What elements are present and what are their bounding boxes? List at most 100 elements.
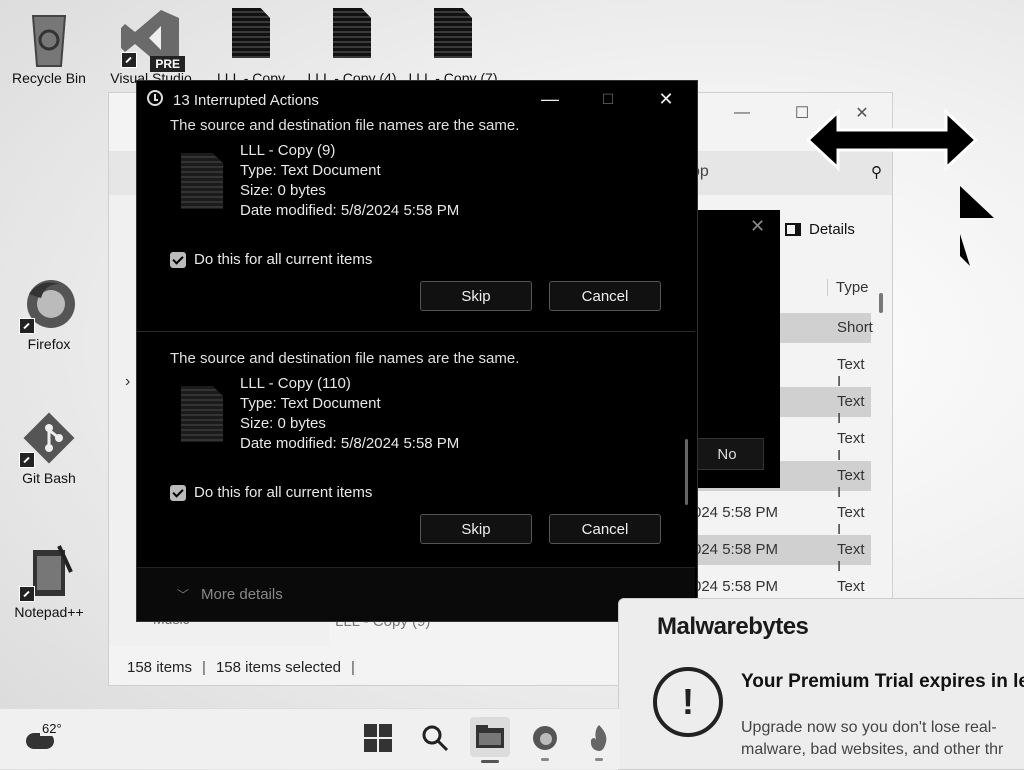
desktop-icon-label: Notepad++ <box>14 604 84 620</box>
file-size: Size: 0 bytes <box>240 182 326 199</box>
interrupted-actions-dialog: 13 Interrupted Actions — ☐ ✕ The source … <box>136 80 698 622</box>
checkbox-label: Do this for all current items <box>194 251 373 268</box>
details-pane-button[interactable]: Details <box>785 221 855 238</box>
apply-all-checkbox[interactable]: Do this for all current items <box>170 484 372 501</box>
desktop-icon-label: Recycle Bin <box>12 70 86 86</box>
running-indicator <box>595 758 603 761</box>
resize-cursor-icon <box>806 108 978 172</box>
desktop-icon-notepad-plus-plus[interactable]: Notepad++ <box>4 542 94 620</box>
skip-button[interactable]: Skip <box>420 514 532 544</box>
cancel-button[interactable]: Cancel <box>549 514 661 544</box>
weather-widget[interactable]: 62° <box>26 721 76 757</box>
desktop-icon-visual-studio[interactable]: PRE Visual Studio <box>106 8 196 86</box>
desktop-icon-file[interactable]: LLL - Copy (7) <box>408 8 498 86</box>
more-details-toggle[interactable]: ﹀ More details <box>177 586 283 603</box>
file-date-modified: Date modified: 5/8/2024 5:58 PM <box>240 202 460 219</box>
dialog-title: 13 Interrupted Actions <box>173 92 319 109</box>
checkbox-checked-icon[interactable] <box>170 484 186 501</box>
text-file-icon <box>423 8 483 68</box>
mouse-pointer-icon <box>960 186 994 266</box>
text-file-icon <box>181 386 223 442</box>
file-type: Type: Text Document <box>240 162 381 179</box>
dialog-close-button[interactable]: ✕ <box>641 81 691 117</box>
details-label: Details <box>809 221 855 238</box>
file-name: LLL - Copy (110) <box>240 375 351 392</box>
chevron-down-icon: ﹀ <box>177 588 190 602</box>
table-row[interactable]: 024 5:58 PMText I <box>693 535 871 575</box>
no-button[interactable]: No <box>690 438 764 470</box>
shortcut-arrow-icon <box>121 52 137 68</box>
desktop-icon-label: Firefox <box>27 336 71 352</box>
visual-studio-icon: PRE <box>121 8 185 72</box>
conflict-message: The source and destination file names ar… <box>170 350 520 367</box>
notepad-plus-plus-icon <box>19 542 79 602</box>
toast-headline: Your Premium Trial expires in le <box>741 671 1024 692</box>
malwarebytes-logo: Malwarebytes <box>657 613 809 640</box>
text-file-icon <box>181 153 223 209</box>
exclamation-icon: ! <box>653 667 723 737</box>
file-info: LLL - Copy (110) Type: Text Document Siz… <box>240 374 459 454</box>
file-info: LLL - Copy (9) Type: Text Document Size:… <box>240 141 459 221</box>
toast-body-line: Upgrade now so you don't lose real- <box>741 719 997 736</box>
windows-logo-icon <box>364 724 392 752</box>
shortcut-arrow-icon <box>19 452 35 468</box>
conflict-message: The source and destination file names ar… <box>170 117 520 134</box>
temperature: 62° <box>40 721 64 736</box>
text-file-icon <box>221 8 281 68</box>
cancel-button[interactable]: Cancel <box>549 281 661 311</box>
chevron-right-icon[interactable]: › <box>125 373 130 391</box>
active-indicator <box>481 760 499 763</box>
shortcut-arrow-icon <box>19 318 35 334</box>
toast-body: Upgrade now so you don't lose real- malw… <box>741 717 1003 761</box>
skip-button[interactable]: Skip <box>420 281 532 311</box>
file-name: LLL - Copy (9) <box>240 142 336 159</box>
selected-count: 158 items selected <box>215 659 342 676</box>
text-file-icon <box>322 8 382 68</box>
dialog-scrollbar[interactable] <box>685 439 688 505</box>
taskbar: 62° <box>0 708 620 769</box>
pre-badge: PRE <box>150 56 185 72</box>
item-count: 158 items <box>127 659 193 676</box>
running-indicator <box>541 758 549 761</box>
shortcut-arrow-icon <box>19 586 35 602</box>
explorer-status-bar: 158 items | 158 items selected | <box>127 659 355 676</box>
taskbar-git-bash[interactable] <box>582 721 616 761</box>
start-button[interactable] <box>361 721 395 755</box>
checkbox-label: Do this for all current items <box>194 484 373 501</box>
checkbox-checked-icon[interactable] <box>170 251 186 268</box>
file-type: Type: Text Document <box>240 395 381 412</box>
confirm-dialog-background: ✕ No <box>690 210 780 488</box>
file-date-modified: Date modified: 5/8/2024 5:58 PM <box>240 435 460 452</box>
search-icon <box>422 725 449 752</box>
more-details-label: More details <box>201 586 283 603</box>
git-icon <box>19 408 79 468</box>
firefox-icon <box>19 274 79 334</box>
entry-divider <box>137 331 695 332</box>
column-header-type[interactable]: Type <box>827 279 869 296</box>
explorer-scrollbar[interactable] <box>879 293 883 313</box>
dialog-maximize-button: ☐ <box>601 90 615 107</box>
details-icon <box>785 223 801 236</box>
taskbar-search-button[interactable] <box>418 721 452 755</box>
table-row[interactable]: 024 5:58 PMText I <box>693 498 871 538</box>
desktop-icon-firefox[interactable]: Firefox <box>4 274 94 352</box>
toast-body-line: malware, bad websites, and other thr <box>741 741 1004 758</box>
firefox-icon <box>533 726 557 750</box>
desktop-icon-label: Git Bash <box>22 470 76 486</box>
malwarebytes-notification[interactable]: Malwarebytes ! Your Premium Trial expire… <box>618 598 1024 770</box>
desktop-icon-recycle-bin[interactable]: Recycle Bin <box>4 8 94 86</box>
desktop-icon-git-bash[interactable]: Git Bash <box>4 408 94 486</box>
desktop-icon-file[interactable]: LLL - Copy <box>206 8 296 86</box>
desktop-icon-file[interactable]: LLL - Copy (4) <box>307 8 397 86</box>
file-size: Size: 0 bytes <box>240 415 326 432</box>
clock-icon <box>147 90 163 106</box>
apply-all-checkbox[interactable]: Do this for all current items <box>170 251 372 268</box>
taskbar-firefox[interactable] <box>528 721 562 761</box>
flame-icon <box>590 725 607 751</box>
recycle-bin-icon <box>19 8 79 68</box>
dialog-minimize-button[interactable]: — <box>525 81 575 117</box>
taskbar-file-explorer[interactable] <box>470 717 510 763</box>
folder-icon <box>476 725 504 748</box>
close-icon[interactable]: ✕ <box>750 216 765 237</box>
explorer-minimize-button[interactable]: — <box>719 93 765 133</box>
